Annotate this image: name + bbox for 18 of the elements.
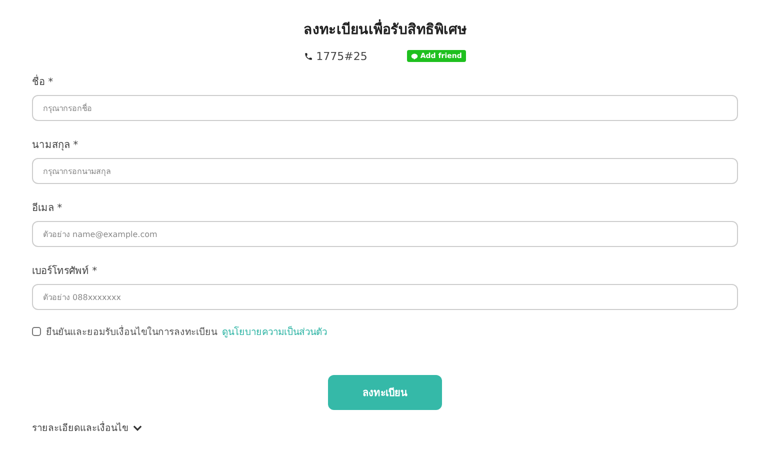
input-field[interactable]: กรุณากรอกชื่อ <box>32 95 738 121</box>
field-label: นามสกุล * <box>32 139 80 153</box>
input-field[interactable]: ตัวอย่าง name@example.com <box>32 221 738 247</box>
chat-bubble-icon <box>411 52 418 60</box>
page-title: ลงทะเบียนเพื่อรับสิทธิพิเศษ <box>32 20 738 40</box>
phone-icon <box>304 52 314 60</box>
field-label: อีเมล * <box>32 202 64 216</box>
details-toggle[interactable]: รายละเอียดและเงื่อนไข <box>32 420 738 435</box>
register-button[interactable]: ลงทะเบียน <box>328 375 442 410</box>
field-label: ชื่อ * <box>32 76 738 90</box>
privacy-policy-link[interactable]: ดูนโยบายความเป็นส่วนตัว <box>222 324 327 339</box>
chevron-down-icon <box>133 424 142 430</box>
consent-checkbox[interactable] <box>32 327 41 336</box>
input-field[interactable]: ตัวอย่าง 088xxxxxxx <box>32 284 738 310</box>
consent-text: ยืนยันและยอมรับเงื่อนไขในการลงทะเบียน <box>46 324 217 339</box>
input-field[interactable]: กรุณากรอกนามสกุล <box>32 158 738 184</box>
field-label: เบอร์โทรศัพท์ * <box>32 265 98 279</box>
phone-number: 1775#25 <box>316 50 368 62</box>
